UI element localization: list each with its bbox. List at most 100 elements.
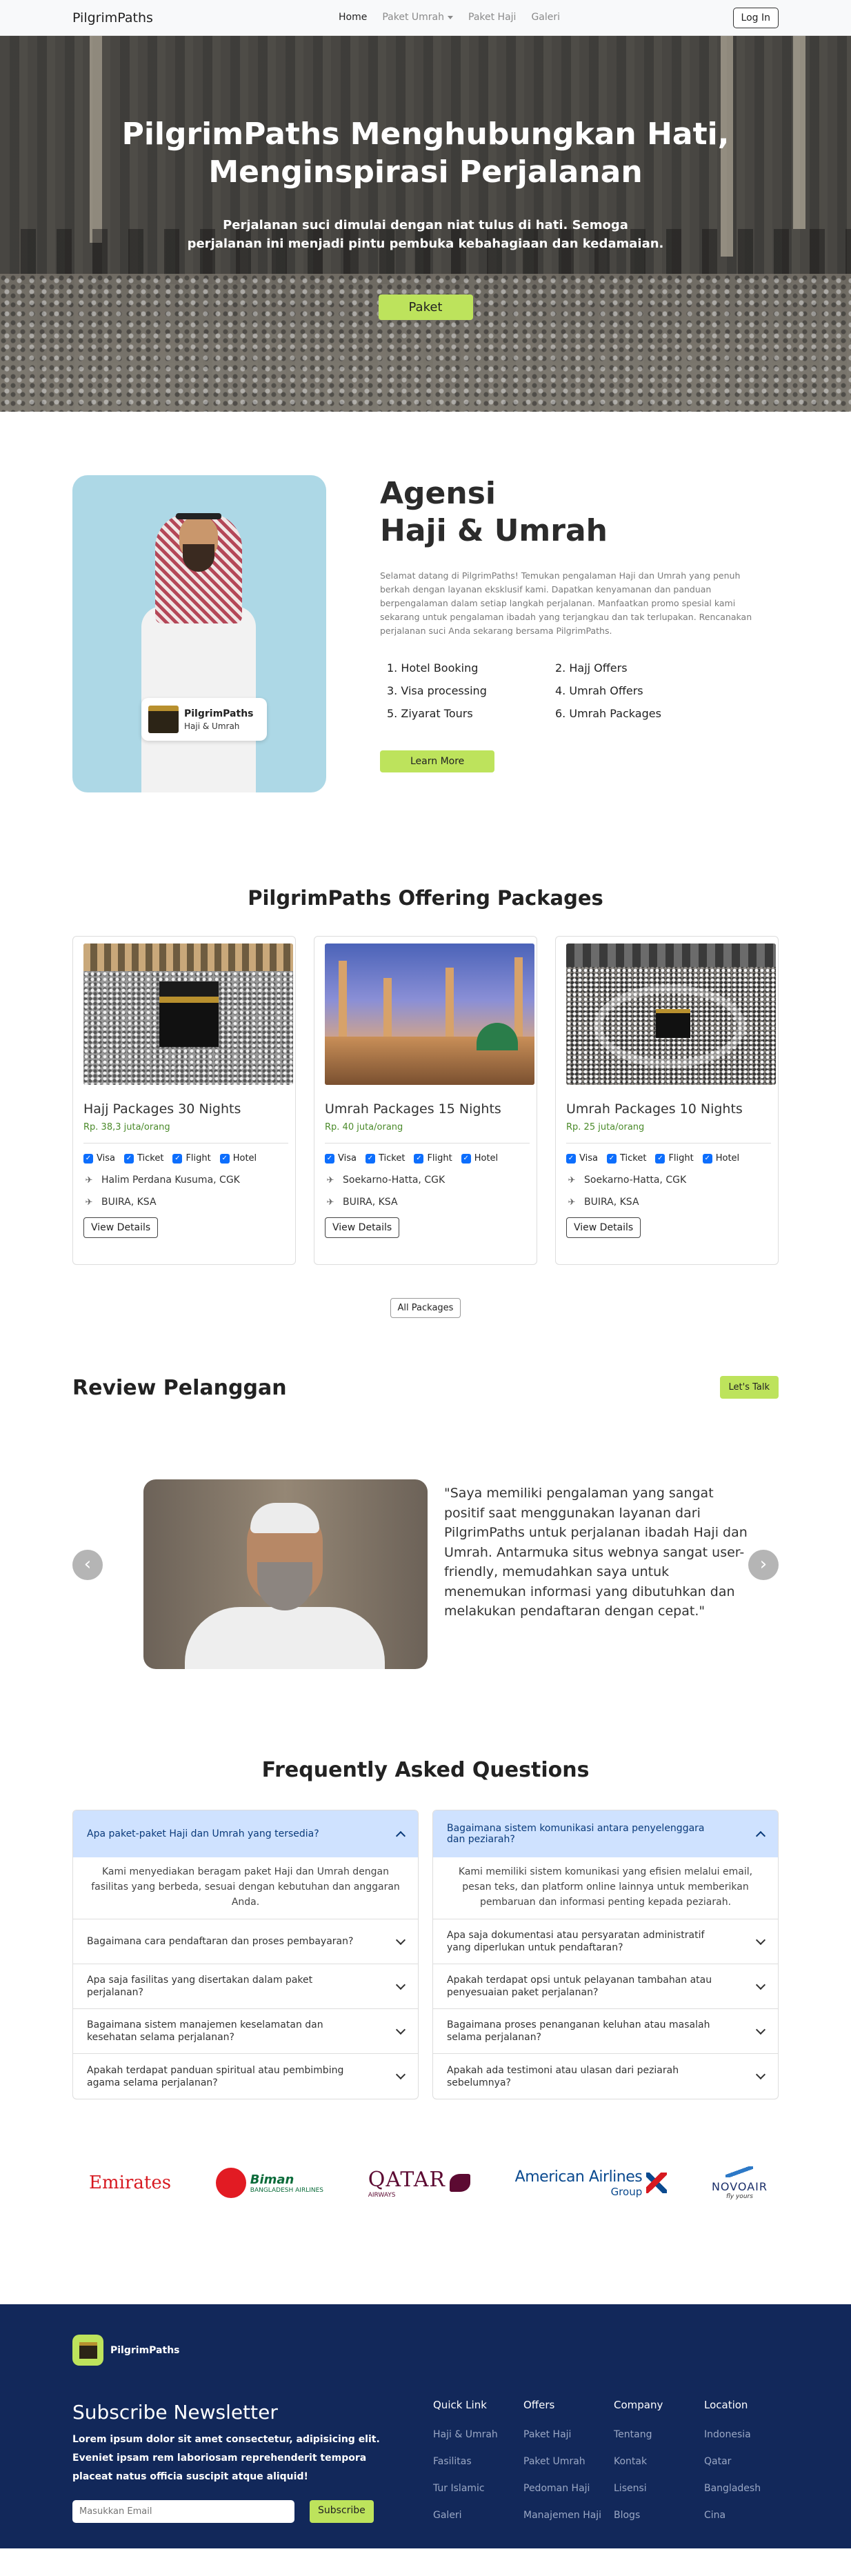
carousel-next-button[interactable]: ›	[748, 1550, 779, 1580]
footer-link[interactable]: Cina	[704, 2509, 794, 2522]
agency-image: PilgrimPaths Haji & Umrah	[72, 475, 326, 792]
faq-item[interactable]: Apakah terdapat opsi untuk pelayanan tam…	[433, 1964, 778, 2009]
nav-paket-haji[interactable]: Paket Haji	[468, 12, 516, 23]
package-title: Hajj Packages 30 Nights	[83, 1101, 241, 1117]
subscribe-button[interactable]: Subscribe	[310, 2500, 374, 2523]
pilgrim-agal	[176, 513, 221, 519]
checkbox-checked-icon: ✓	[219, 1153, 230, 1164]
feature-flight[interactable]: ✓ Flight	[655, 1153, 694, 1164]
review-quote: "Saya memiliki pengalaman yang sangat po…	[444, 1486, 748, 1619]
qatar-wordmark: QATAR	[368, 2167, 445, 2192]
faq-columns: Apa paket-paket Haji dan Umrah yang ters…	[72, 1810, 779, 2099]
kaaba-icon	[148, 706, 179, 733]
nav-galeri[interactable]: Galeri	[531, 12, 560, 23]
faq-item-open[interactable]: Bagaimana sistem komunikasi antara penye…	[433, 1810, 778, 1857]
airline-partners: Emirates Biman BANGLADESH AIRLINES QATAR A…	[72, 2086, 779, 2279]
chevron-up-icon	[755, 1830, 766, 1841]
checkbox-checked-icon: ✓	[83, 1153, 93, 1164]
nav-home[interactable]: Home	[339, 12, 367, 23]
newsletter-text: Lorem ipsum dolor sit amet consectetur, …	[72, 2434, 380, 2482]
footer-link[interactable]: Indonesia	[704, 2428, 794, 2441]
emirates-logo: Emirates	[89, 2173, 171, 2193]
arrival-row: ✈ BUIRA, KSA	[325, 1197, 530, 1208]
american-subtitle: Group	[610, 2185, 643, 2198]
faq-item[interactable]: Apa saja dokumentasi atau persyaratan ad…	[433, 1919, 778, 1964]
plane-arrival-icon: ✈	[568, 1197, 576, 1208]
view-details-button[interactable]: View Details	[83, 1217, 159, 1238]
footer-link[interactable]: Galeri	[433, 2509, 523, 2522]
package-image-masjid-haram	[566, 943, 776, 1085]
footer-link[interactable]: Lisensi	[614, 2482, 704, 2495]
brand-logo[interactable]: PilgrimPaths	[72, 10, 153, 26]
footer-link[interactable]: Manajemen Haji	[523, 2509, 614, 2522]
faq-question: Apa paket-paket Haji dan Umrah yang ters…	[87, 1828, 319, 1839]
feature-visa[interactable]: ✓ Visa	[325, 1153, 357, 1164]
footer-column-title: Location	[704, 2399, 748, 2411]
feature-hotel[interactable]: ✓ Hotel	[219, 1153, 257, 1164]
departure-airport: Soekarno-Hatta, CGK	[584, 1175, 687, 1186]
learn-more-button[interactable]: Learn More	[380, 750, 495, 772]
qatar-logo: QATAR AIRWAYS	[368, 2168, 470, 2199]
checkbox-checked-icon: ✓	[325, 1153, 334, 1164]
footer-link[interactable]: Paket Haji	[523, 2428, 614, 2441]
checkbox-checked-icon: ✓	[461, 1153, 471, 1164]
feature-hotel[interactable]: ✓ Hotel	[702, 1153, 739, 1164]
chevron-down-icon	[395, 1935, 406, 1945]
feature-label: Ticket	[378, 1153, 406, 1164]
login-button[interactable]: Log In	[732, 8, 779, 28]
package-cards: Hajj Packages 30 Nights Rp. 38,3 juta/or…	[72, 936, 779, 1265]
nav-paket-umrah-label: Paket Umrah	[382, 12, 444, 23]
feature-label: Visa	[338, 1153, 357, 1164]
chevron-down-icon	[395, 2024, 406, 2035]
footer-link[interactable]: Tur Islamic	[433, 2482, 523, 2495]
faq-item[interactable]: Bagaimana sistem manajemen keselamatan d…	[73, 2009, 418, 2054]
footer-column-location: Location Indonesia Qatar Bangladesh Cina	[704, 2399, 794, 2536]
faq-question: Bagaimana cara pendaftaran dan proses pe…	[87, 1936, 354, 1947]
chevron-right-icon: ›	[759, 1554, 768, 1575]
service-item: 5. Ziyarat Tours	[387, 707, 473, 720]
feature-label: Hotel	[232, 1153, 257, 1164]
paket-button[interactable]: Paket	[378, 294, 473, 320]
feature-flight[interactable]: ✓ Flight	[172, 1153, 211, 1164]
footer-link[interactable]: Bangladesh	[704, 2482, 794, 2495]
arrival-airport: BUIRA, KSA	[101, 1197, 157, 1208]
feature-visa[interactable]: ✓ Visa	[566, 1153, 598, 1164]
chevron-up-icon	[395, 1830, 406, 1841]
faq-section: Frequently Asked Questions Apa paket-pak…	[72, 1670, 779, 2111]
plane-arrival-icon: ✈	[326, 1197, 334, 1208]
feature-ticket[interactable]: ✓ Ticket	[606, 1153, 646, 1164]
checkbox-checked-icon: ✓	[702, 1153, 712, 1164]
feature-visa[interactable]: ✓ Visa	[83, 1153, 115, 1164]
footer-link[interactable]: Paket Umrah	[523, 2455, 614, 2468]
package-card: Umrah Packages 10 Nights Rp. 25 juta/ora…	[555, 936, 779, 1265]
feature-flight[interactable]: ✓ Flight	[414, 1153, 452, 1164]
review-title: Review Pelanggan	[72, 1376, 287, 1400]
faq-item[interactable]: Bagaimana proses penanganan keluhan atau…	[433, 2009, 778, 2054]
footer-link[interactable]: Pedoman Haji	[523, 2482, 614, 2495]
faq-item[interactable]: Bagaimana cara pendaftaran dan proses pe…	[73, 1919, 418, 1964]
chevron-down-icon	[395, 2069, 406, 2080]
footer: PilgrimPaths Subscribe Newsletter Lorem …	[0, 2304, 851, 2548]
footer-link[interactable]: Kontak	[614, 2455, 704, 2468]
footer-link[interactable]: Fasilitas	[433, 2455, 523, 2468]
carousel-prev-button[interactable]: ‹	[72, 1550, 103, 1580]
feature-ticket[interactable]: ✓ Ticket	[365, 1153, 406, 1164]
agency-title-line1: Agensi	[380, 476, 496, 511]
view-details-button[interactable]: View Details	[566, 1217, 641, 1238]
email-field[interactable]	[72, 2500, 294, 2523]
nav-paket-umrah[interactable]: Paket Umrah	[382, 12, 453, 23]
agency-badge: PilgrimPaths Haji & Umrah	[141, 698, 267, 741]
departure-row: ✈ Soekarno-Hatta, CGK	[325, 1175, 530, 1186]
footer-link[interactable]: Tentang	[614, 2428, 704, 2441]
footer-brand[interactable]: PilgrimPaths	[72, 2335, 180, 2366]
feature-ticket[interactable]: ✓ Ticket	[123, 1153, 163, 1164]
feature-hotel[interactable]: ✓ Hotel	[461, 1153, 498, 1164]
lets-talk-button[interactable]: Let's Talk	[719, 1376, 779, 1399]
footer-link[interactable]: Qatar	[704, 2455, 794, 2468]
footer-link[interactable]: Haji & Umrah	[433, 2428, 523, 2441]
view-details-button[interactable]: View Details	[325, 1217, 400, 1238]
footer-link[interactable]: Blogs	[614, 2509, 704, 2522]
faq-item-open[interactable]: Apa paket-paket Haji dan Umrah yang ters…	[73, 1810, 418, 1857]
package-title: Umrah Packages 15 Nights	[325, 1101, 501, 1117]
faq-item[interactable]: Apa saja fasilitas yang disertakan dalam…	[73, 1964, 418, 2009]
